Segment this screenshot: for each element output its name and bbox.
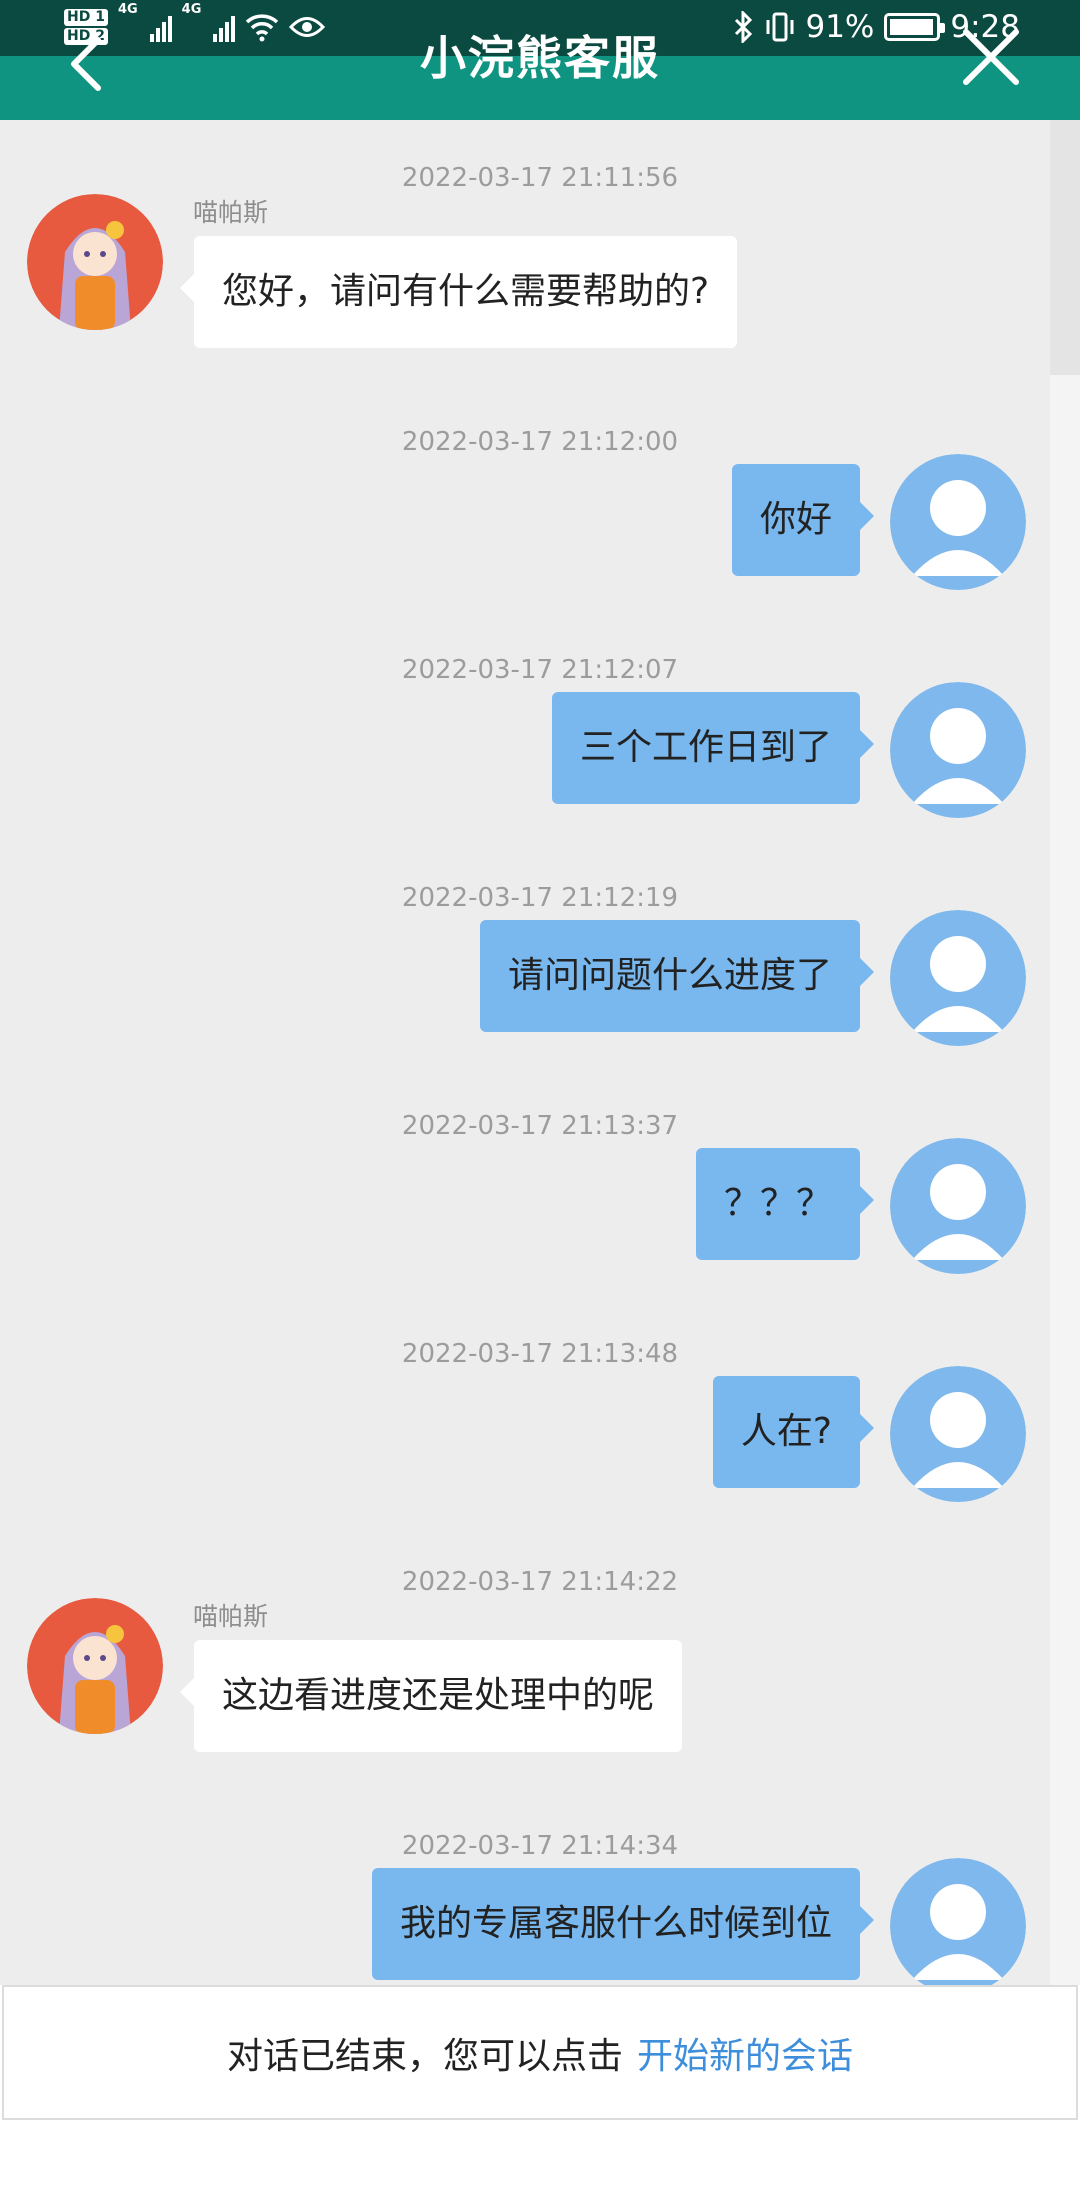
message-timestamp: 2022-03-17 21:12:07	[401, 655, 679, 685]
agent-message-bubble[interactable]: 这边看进度还是处理中的呢	[179, 1640, 683, 1752]
close-icon	[963, 29, 1019, 85]
user-message-bubble[interactable]: ？？？	[695, 1148, 875, 1260]
user-avatar[interactable]	[890, 1366, 1026, 1502]
user-avatar[interactable]	[890, 682, 1026, 818]
message-timestamp: 2022-03-17 21:12:19	[401, 883, 679, 913]
agent-message-bubble[interactable]: 您好，请问有什么需要帮助的?	[179, 236, 738, 348]
message-timestamp: 2022-03-17 21:13:37	[401, 1111, 679, 1141]
user-avatar[interactable]	[890, 1858, 1026, 1985]
user-message-bubble[interactable]: 三个工作日到了	[551, 692, 875, 804]
sig1-label: 4G	[117, 2, 138, 17]
user-message-bubble[interactable]: 请问问题什么进度了	[479, 920, 875, 1032]
message-timestamp: 2022-03-17 21:11:56	[401, 163, 679, 193]
close-button[interactable]	[960, 26, 1022, 88]
user-message-bubble[interactable]: 人在?	[712, 1376, 875, 1488]
conversation-ended-text: 对话已结束，您可以点击	[226, 2035, 623, 2077]
user-avatar[interactable]	[890, 454, 1026, 590]
chat-area[interactable]: 2022-03-17 21:11:56 喵帕斯 您好，请问有什么需要帮助的? 2…	[0, 120, 1080, 1985]
message-timestamp: 2022-03-17 21:12:00	[401, 427, 679, 457]
header-bar: HD 1 HD 2 4G 4G 91% 9:28 小浣熊客服	[0, 0, 1080, 120]
message-timestamp: 2022-03-17 21:13:48	[401, 1339, 679, 1369]
user-message-bubble[interactable]: 我的专属客服什么时候到位	[371, 1868, 875, 1980]
agent-avatar[interactable]	[27, 194, 163, 330]
user-avatar[interactable]	[890, 1138, 1026, 1274]
page-title: 小浣熊客服	[420, 31, 660, 85]
agent-name: 喵帕斯	[193, 1602, 269, 1631]
user-message-bubble[interactable]: 你好	[731, 464, 875, 576]
user-avatar[interactable]	[890, 910, 1026, 1046]
hd1-badge: HD 1	[64, 9, 108, 26]
message-timestamp: 2022-03-17 21:14:34	[401, 1831, 679, 1861]
conversation-ended-banner: 对话已结束，您可以点击 开始新的会话	[2, 1985, 1078, 2120]
start-new-conversation-link[interactable]: 开始新的会话	[637, 2027, 853, 2079]
agent-name: 喵帕斯	[193, 198, 269, 227]
message-timestamp: 2022-03-17 21:14:22	[401, 1567, 679, 1597]
sig2-label: 4G	[181, 2, 202, 17]
agent-avatar[interactable]	[27, 1598, 163, 1734]
scrollbar-thumb[interactable]	[1050, 375, 1080, 1985]
